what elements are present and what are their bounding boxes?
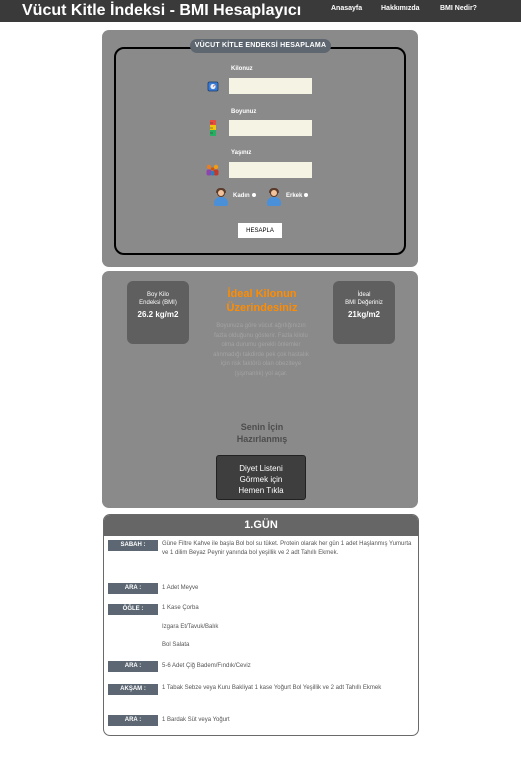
age-input[interactable]	[229, 162, 312, 178]
ideal-label-line1: İdeal	[357, 292, 371, 298]
diet-button-line1: Diyet Listeni	[239, 464, 283, 473]
height-label: Boyunuz	[231, 109, 257, 115]
meal-text-lunch: 1 Kase Çorba	[162, 605, 199, 611]
nav-link-home[interactable]: Anasayfa	[331, 0, 362, 22]
ideal-bmi-value: 21kg/m2	[347, 310, 381, 319]
nav-link-what-is-bmi[interactable]: BMI Nedir?	[440, 0, 477, 22]
site-title[interactable]: Vücut Kitle İndeksi - BMI Hesaplayıcı	[22, 0, 301, 22]
woman-avatar-icon	[213, 188, 229, 207]
man-avatar-icon	[266, 188, 282, 207]
female-radio-label[interactable]: Kadın	[233, 193, 256, 199]
calculate-button[interactable]: HESAPLA	[238, 223, 282, 238]
form-legend: VÜCUT KİTLE ENDEKSİ HESAPLAMA	[190, 39, 331, 53]
status-line2: Üzerindesiniz	[226, 302, 298, 314]
weight-input[interactable]	[229, 78, 312, 94]
meal-text-lunch-3: Bol Salata	[162, 642, 190, 648]
meal-label-snack-2: ARA :	[108, 661, 158, 672]
meal-text-lunch-2: Izgara Et/Tavuk/Balık	[162, 624, 219, 630]
female-radio[interactable]	[251, 193, 256, 198]
ideal-bmi-label: İdeal BMI Değeriniz	[333, 291, 395, 307]
ruler-icon	[208, 120, 218, 140]
view-diet-button[interactable]: Diyet Listeni Görmek için Hemen Tıkla	[216, 455, 306, 500]
meal-label-snack-1: ARA :	[108, 583, 158, 594]
ideal-bmi-box: İdeal BMI Değeriniz 21kg/m2	[333, 281, 395, 344]
age-label: Yaşınız	[231, 150, 252, 156]
male-radio[interactable]	[304, 193, 309, 198]
meal-label-snack-3: ARA :	[108, 715, 158, 726]
bmi-result-box: Boy Kilo Endeksi (BMI) 26.2 kg/m2	[127, 281, 189, 344]
ideal-label-line2: BMI Değeriniz	[345, 300, 383, 306]
male-label-text: Erkek	[286, 193, 303, 199]
scale-icon	[207, 80, 219, 96]
people-icon	[205, 164, 221, 180]
meal-label-lunch: ÖĞLE :	[108, 604, 158, 615]
female-label-text: Kadın	[233, 193, 250, 199]
meal-text-dinner: 1 Tabak Sebze veya Kuru Bakliyat 1 kase …	[162, 685, 382, 691]
diet-button-line3: Hemen Tıkla	[238, 486, 284, 495]
prepared-for-you-text: Senin İçin Hazırlanmış	[207, 421, 317, 445]
ready-line2: Hazırlanmış	[236, 434, 288, 444]
bmi-label-line1: Boy Kilo	[146, 292, 169, 298]
bmi-label-line2: Endeksi (BMI)	[139, 300, 177, 306]
diet-button-line2: Görmek için	[239, 475, 283, 484]
meal-text-snack-3: 1 Bardak Süt veya Yoğurt	[162, 717, 230, 723]
meal-text-snack-1: 1 Adet Meyve	[162, 585, 199, 591]
meal-label-dinner: AKŞAM :	[108, 684, 158, 695]
bmi-result-label: Boy Kilo Endeksi (BMI)	[127, 291, 189, 307]
male-radio-label[interactable]: Erkek	[286, 193, 309, 199]
weight-label: Kilonuz	[231, 66, 253, 72]
meal-label-breakfast: SABAH :	[108, 540, 158, 551]
bmi-value: 26.2 kg/m2	[137, 310, 179, 319]
status-line1: İdeal Kilonun	[227, 288, 297, 300]
weight-status: İdeal Kilonun Üzerindesiniz	[207, 287, 317, 315]
day-title: 1.GÜN	[104, 515, 418, 536]
height-input[interactable]	[229, 120, 312, 136]
nav-link-about[interactable]: Hakkımızda	[381, 0, 420, 22]
status-description: Boyunuza göre vücut ağırlığınızın fazla …	[213, 323, 309, 377]
meal-text-snack-2: 5-6 Adet Çiğ Badem/Fındık/Ceviz	[162, 663, 251, 669]
ready-line1: Senin İçin	[240, 422, 284, 432]
meal-text-breakfast: Güne Filtre Kahve ile başla Bol bol su t…	[162, 541, 412, 556]
